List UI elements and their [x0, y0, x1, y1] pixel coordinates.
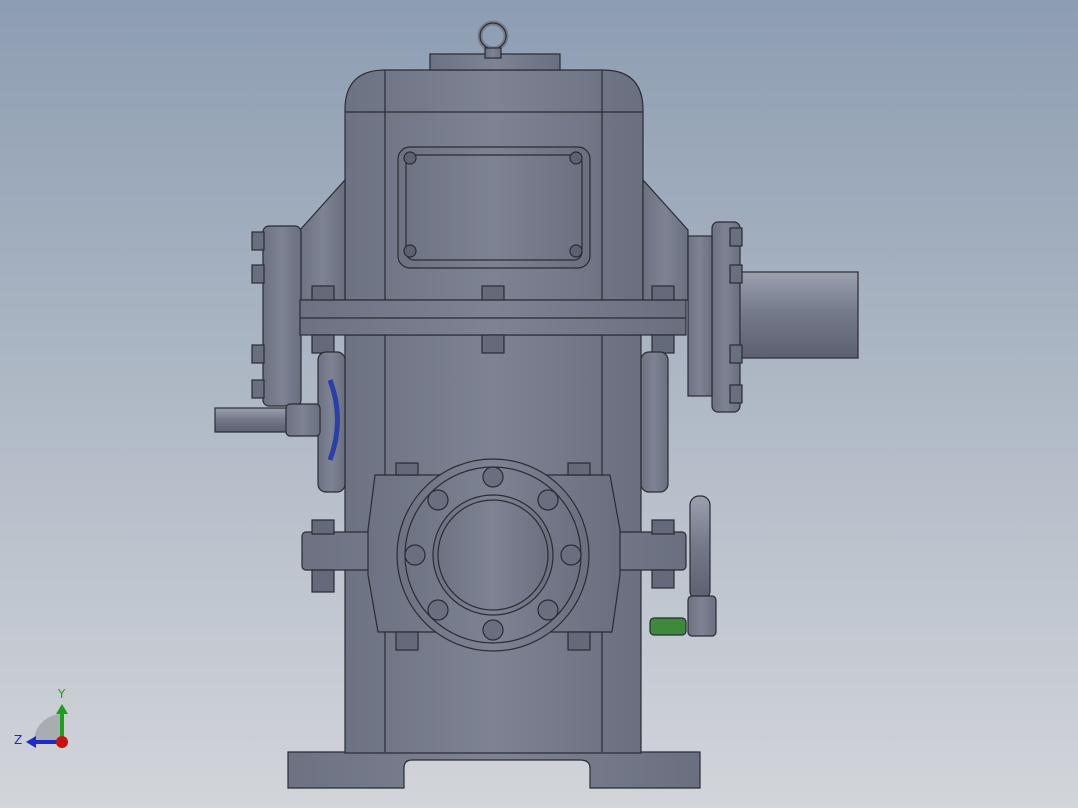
breather-pipe	[689, 495, 711, 601]
green-fitting	[649, 617, 687, 636]
input-shaft	[214, 407, 291, 433]
base-foot	[287, 751, 701, 789]
nameplate	[397, 146, 591, 269]
right-side-flange	[711, 221, 741, 413]
orientation-triad: Y Z	[14, 687, 68, 748]
triad-y-label: Y	[57, 687, 66, 701]
triad-z-label: Z	[14, 733, 22, 747]
gearbox-model	[214, 20, 859, 789]
bearing-bore	[432, 494, 554, 616]
cad-viewport[interactable]: Y Z	[0, 0, 1078, 808]
left-side-flange	[262, 225, 302, 407]
output-shaft	[735, 271, 859, 359]
x-axis-dot	[56, 736, 68, 748]
